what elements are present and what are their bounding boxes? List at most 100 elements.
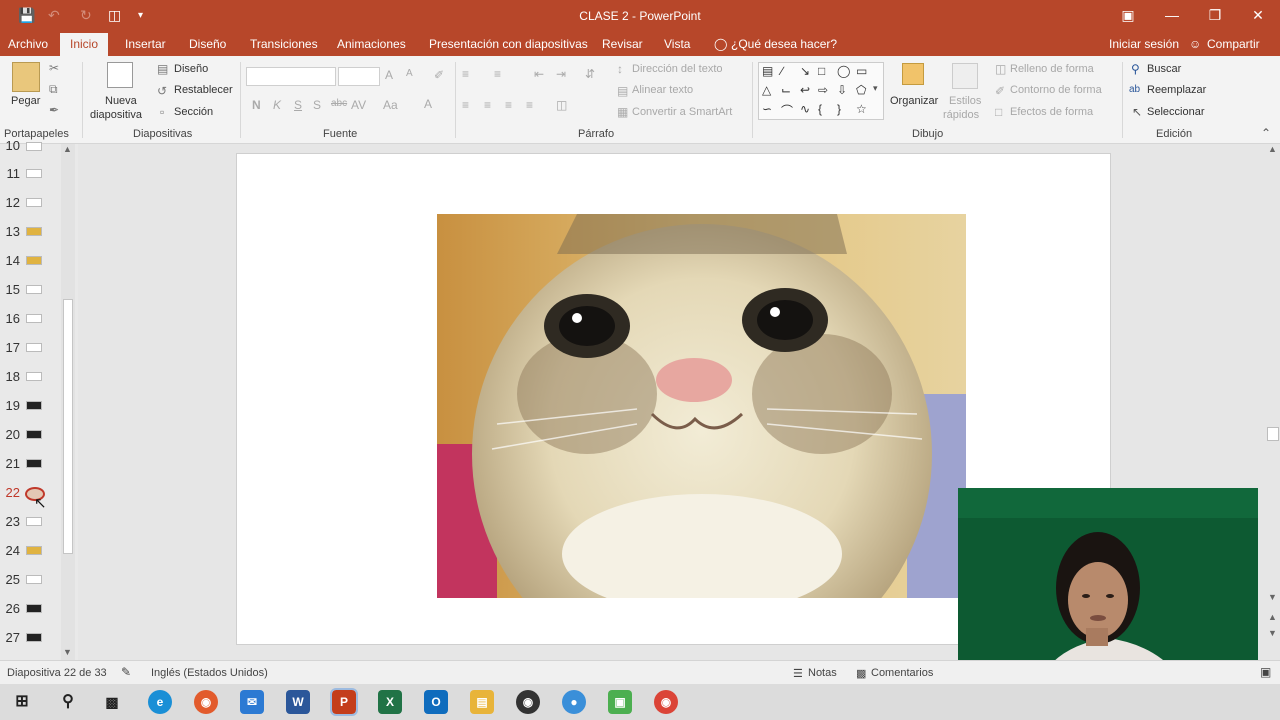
- edge-icon[interactable]: e: [148, 690, 172, 714]
- slide-number[interactable]: 15: [4, 282, 20, 297]
- slide-number[interactable]: 25: [4, 572, 20, 587]
- triangle-icon[interactable]: △: [762, 83, 771, 97]
- tab-transiciones[interactable]: Transiciones: [250, 37, 318, 51]
- cat-photo[interactable]: [437, 214, 966, 598]
- mail-icon[interactable]: ✉: [240, 690, 264, 714]
- chrome-icon[interactable]: ◉: [654, 690, 678, 714]
- line-shape-icon[interactable]: ∕: [781, 64, 783, 78]
- new-slide-label[interactable]: Nueva: [105, 95, 137, 107]
- slide-thumbnail[interactable]: [26, 459, 42, 468]
- language-indicator[interactable]: Inglés (Estados Unidos): [151, 667, 268, 679]
- brace-right-icon[interactable]: }: [837, 102, 841, 116]
- signin-link[interactable]: Iniciar sesión: [1109, 37, 1179, 51]
- slide-thumbnail[interactable]: [26, 401, 42, 410]
- task-view-icon[interactable]: ▩: [100, 690, 124, 714]
- slide-number[interactable]: 23: [4, 514, 20, 529]
- comments-button[interactable]: Comentarios: [871, 667, 933, 679]
- tab-animaciones[interactable]: Animaciones: [337, 37, 406, 51]
- right-arrow-icon[interactable]: ⇨: [818, 83, 828, 97]
- font-color-icon[interactable]: A: [424, 97, 432, 111]
- slide-scrollbar[interactable]: ▲ ▼ ▲ ▼: [1266, 144, 1280, 660]
- start-icon[interactable]: ⊞: [10, 690, 34, 714]
- find-button[interactable]: Buscar: [1147, 63, 1181, 75]
- slide-thumbnail[interactable]: [26, 285, 42, 294]
- scrollbar-thumb[interactable]: [1267, 427, 1279, 441]
- notes-button[interactable]: Notas: [808, 667, 837, 679]
- slide-thumbnail[interactable]: [26, 633, 42, 642]
- tab-revisar[interactable]: Revisar: [602, 37, 643, 51]
- font-size-field[interactable]: [338, 67, 380, 86]
- shape-effects-button[interactable]: Efectos de forma: [1010, 106, 1093, 118]
- slide-thumbnail[interactable]: [26, 372, 42, 381]
- slide-thumbnail[interactable]: [26, 169, 42, 178]
- slide-thumbnail[interactable]: [26, 198, 42, 207]
- select-button[interactable]: Seleccionar: [1147, 106, 1204, 118]
- shape-outline-button[interactable]: Contorno de forma: [1010, 84, 1102, 96]
- textbox-icon[interactable]: ▤: [762, 64, 773, 78]
- slide-thumbnail[interactable]: [26, 343, 42, 352]
- tab-diseno[interactable]: Diseño: [189, 37, 226, 51]
- grow-font-icon[interactable]: A: [385, 68, 393, 82]
- restore-icon[interactable]: ❐: [1205, 5, 1225, 25]
- tab-presentacion[interactable]: Presentación con diapositivas: [429, 37, 588, 51]
- shape-fill-button[interactable]: Relleno de forma: [1010, 63, 1094, 75]
- curve-icon[interactable]: ∽: [762, 102, 772, 116]
- slide-number[interactable]: 17: [4, 340, 20, 355]
- slide-number[interactable]: 14: [4, 253, 20, 268]
- layout-button[interactable]: Diseño: [174, 63, 208, 75]
- new-slide-label-2[interactable]: diapositiva: [90, 109, 142, 121]
- strikethrough-icon[interactable]: abc: [331, 98, 347, 109]
- align-center-icon[interactable]: ≡: [484, 98, 491, 112]
- obs-icon[interactable]: ◉: [516, 690, 540, 714]
- tab-vista[interactable]: Vista: [664, 37, 690, 51]
- elbow-icon[interactable]: ↩: [800, 83, 810, 97]
- arrange-icon[interactable]: [902, 63, 924, 85]
- arc-icon[interactable]: ⌒: [781, 102, 793, 119]
- tab-archivo[interactable]: Archivo: [8, 37, 48, 51]
- clear-format-icon[interactable]: ✐: [434, 68, 444, 82]
- change-case-icon[interactable]: Aa: [383, 98, 398, 112]
- cut-icon[interactable]: ✂: [49, 61, 59, 75]
- slide-number[interactable]: 26: [4, 601, 20, 616]
- slide-number[interactable]: 18: [4, 369, 20, 384]
- search-icon[interactable]: ⚲: [56, 690, 80, 714]
- slide-number[interactable]: 27: [4, 630, 20, 645]
- decrease-indent-icon[interactable]: ⇤: [534, 67, 544, 81]
- slide-thumbnail[interactable]: [26, 575, 42, 584]
- powerpoint-icon[interactable]: P: [330, 688, 358, 716]
- next-slide-icon[interactable]: ▼: [1268, 628, 1277, 638]
- word-icon[interactable]: W: [286, 690, 310, 714]
- slide-thumbnail[interactable]: [26, 256, 42, 265]
- brace-left-icon[interactable]: {: [818, 102, 822, 116]
- slide-thumbnail[interactable]: [26, 517, 42, 526]
- scroll-up-icon[interactable]: ▲: [63, 144, 72, 154]
- quick-styles-icon[interactable]: [952, 63, 978, 89]
- section-button[interactable]: Sección: [174, 106, 213, 118]
- slide-thumbnail[interactable]: [26, 546, 42, 555]
- quick-styles-label-2[interactable]: rápidos: [943, 109, 979, 121]
- fit-to-window-icon[interactable]: ▣: [1260, 665, 1271, 679]
- tab-insertar[interactable]: Insertar: [125, 37, 166, 51]
- paste-icon[interactable]: [12, 62, 40, 92]
- star-icon[interactable]: ☆: [856, 102, 867, 116]
- scroll-down-icon[interactable]: ▼: [63, 647, 72, 657]
- quick-styles-label[interactable]: Estilos: [949, 95, 981, 107]
- rounded-rect-icon[interactable]: ▭: [856, 64, 867, 78]
- justify-icon[interactable]: ≡: [526, 98, 533, 112]
- down-arrow-icon[interactable]: ⇩: [837, 83, 847, 97]
- shapes-gallery[interactable]: ▤ ∕ ↘ □ ◯ ▭ △ ⌙ ↩ ⇨ ⇩ ⬠ ∽ ⌒ ∿ { } ☆ ▾: [758, 62, 884, 120]
- shadow-icon[interactable]: S: [313, 98, 321, 112]
- arrow-shape-icon[interactable]: ↘: [800, 64, 810, 78]
- format-painter-icon[interactable]: ✒: [49, 103, 59, 117]
- spelling-icon[interactable]: ✎: [121, 665, 131, 679]
- shrink-font-icon[interactable]: A: [406, 68, 413, 79]
- slide-number[interactable]: 12: [4, 195, 20, 210]
- slide-number-active[interactable]: 22: [4, 485, 20, 500]
- numbering-icon[interactable]: ≡: [494, 67, 501, 81]
- collapse-ribbon-icon[interactable]: ⌃: [1261, 126, 1271, 140]
- file-explorer-icon[interactable]: ▤: [470, 690, 494, 714]
- oval-shape-icon[interactable]: ◯: [837, 64, 850, 78]
- copy-icon[interactable]: ⧉: [49, 82, 58, 97]
- slide-thumbnail[interactable]: [26, 227, 42, 236]
- slide-thumbnail[interactable]: [26, 430, 42, 439]
